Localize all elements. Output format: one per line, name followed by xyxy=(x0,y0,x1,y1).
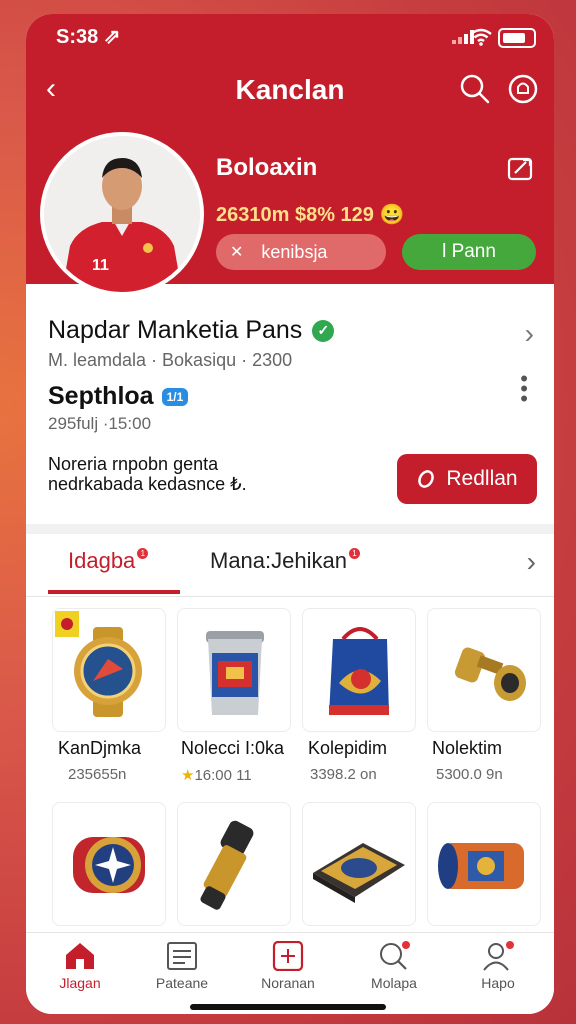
product-card-1[interactable] xyxy=(52,608,166,732)
info-title: Napdar Manketia Pans xyxy=(48,316,303,344)
chevron-right-icon[interactable]: › xyxy=(527,546,536,578)
tab-1-badge: 1 xyxy=(137,548,149,559)
follow-label: kenibsja xyxy=(261,241,328,262)
profile-name: Boloaxin xyxy=(216,154,318,181)
info-subtitle: M. leamdala · Bokasiqu · 2300 xyxy=(48,350,293,370)
notification-icon[interactable] xyxy=(506,72,540,106)
nav-home[interactable]: Jlagan xyxy=(30,941,130,991)
top-nav: ‹ Kanclan xyxy=(26,70,554,110)
product-price-value: 16:00 11 xyxy=(194,767,252,784)
description-line-1: Noreria rnpobn genta xyxy=(48,454,219,474)
product-price: 2​356​55n xyxy=(68,766,127,783)
section-divider xyxy=(26,524,554,534)
action-label: Redllan xyxy=(446,467,518,490)
product-name: KanDjmka xyxy=(58,738,142,758)
phone-screen: S:38 ⇗ ‹ Kanclan xyxy=(26,14,554,1014)
product-price: ★16:00 11 xyxy=(181,766,252,784)
product-card-8[interactable] xyxy=(427,802,541,926)
tag-icon xyxy=(418,470,435,488)
product-name: Nolecci I:0ka xyxy=(181,738,285,758)
canister-image xyxy=(438,843,524,889)
active-tab-indicator xyxy=(48,590,180,594)
edit-icon[interactable] xyxy=(506,154,536,184)
product-price: 5300.0 9n xyxy=(436,766,503,783)
bottom-navigation: Jlagan Pateane Noranan Molapa Hapo xyxy=(26,932,554,1014)
product-card-5[interactable] xyxy=(52,802,166,926)
description: Noreria rnpobn genta nedrkabada kedasnce… xyxy=(48,454,298,494)
list-icon xyxy=(167,942,197,970)
dumbbell-image xyxy=(454,647,526,701)
tab-1-label: Idagba xyxy=(68,548,136,573)
section-title-row: Septhloa 1/1 xyxy=(48,382,189,411)
chevron-right-icon[interactable]: › xyxy=(525,318,534,350)
star-icon: ★ xyxy=(181,767,195,784)
home-icon xyxy=(66,943,94,969)
product-card-4[interactable] xyxy=(427,608,541,732)
search-icon xyxy=(380,941,410,970)
nav-pateane-label: Pateane xyxy=(155,975,209,991)
product-card-2[interactable] xyxy=(177,608,291,732)
plan-button[interactable]: l Pann xyxy=(402,234,536,270)
action-button[interactable]: Redllan xyxy=(397,454,537,504)
product-price: 3398.2 on xyxy=(310,766,377,783)
bag-image xyxy=(329,627,389,715)
cup-image xyxy=(206,631,264,715)
nav-profile-label: Hapo xyxy=(481,975,515,991)
product-card-3[interactable] xyxy=(302,608,416,732)
product-card-7[interactable] xyxy=(302,802,416,926)
product-card-6[interactable] xyxy=(177,802,291,926)
profile-stats: 2​6310m $8% 12​9 😀 xyxy=(216,204,405,226)
wifi-icon xyxy=(470,28,492,46)
avatar[interactable]: 11 xyxy=(40,132,204,296)
watch-image xyxy=(55,611,142,717)
profile-header: S:38 ⇗ ‹ Kanclan xyxy=(26,14,554,296)
search-icon[interactable] xyxy=(458,72,492,106)
add-icon xyxy=(272,941,304,971)
nav-molapa-label: Molapa xyxy=(371,975,417,991)
status-time: S:38 ⇗ xyxy=(56,26,121,48)
close-icon: ✕ xyxy=(230,244,244,261)
verified-icon: ✓ xyxy=(312,319,335,342)
product-name: Kolepidim xyxy=(308,738,388,758)
nav-noranan-label: Noranan xyxy=(261,975,315,991)
user-icon xyxy=(483,941,514,971)
info-title-row[interactable]: Napdar Manketia Pans ✓ xyxy=(48,316,335,345)
nav-profile[interactable]: Hapo xyxy=(448,941,548,991)
tab-2[interactable]: Mana:Jehikan 1 xyxy=(210,548,360,574)
plan-label: l Pann xyxy=(442,241,496,262)
torch-image xyxy=(200,820,254,910)
product-name: Nolektim xyxy=(432,738,503,758)
tab-2-label: Mana:Jehikan xyxy=(210,548,347,573)
status-bar: S:38 ⇗ xyxy=(56,24,536,50)
tab-2-badge: 1 xyxy=(348,548,360,559)
nav-pateane[interactable]: Pateane xyxy=(132,941,232,991)
box-image xyxy=(313,843,405,903)
nav-noranan[interactable]: Noranan xyxy=(238,941,338,991)
athlete-photo: 11 xyxy=(44,136,200,292)
battery-icon xyxy=(498,28,536,48)
tab-1[interactable]: Idagba 1 xyxy=(68,548,149,574)
section-title: Septhloa xyxy=(48,382,154,410)
nav-home-label: Jlagan xyxy=(59,975,101,991)
home-indicator xyxy=(190,1004,386,1010)
section-subtitle: 295fulj ·15:00 xyxy=(48,414,152,433)
watch-image xyxy=(73,837,145,893)
nav-molapa[interactable]: Molapa xyxy=(344,941,444,991)
description-line-2: nedrkabada kedasnce ₺. xyxy=(48,474,247,494)
section-badge: 1/1 xyxy=(161,387,189,406)
svg-text:11: 11 xyxy=(92,257,109,274)
tab-bar: Idagba 1 Mana:Jehikan 1 › xyxy=(26,534,554,597)
follow-button[interactable]: ✕ kenibsja xyxy=(216,234,386,270)
more-options-icon[interactable]: • • • xyxy=(520,368,528,410)
